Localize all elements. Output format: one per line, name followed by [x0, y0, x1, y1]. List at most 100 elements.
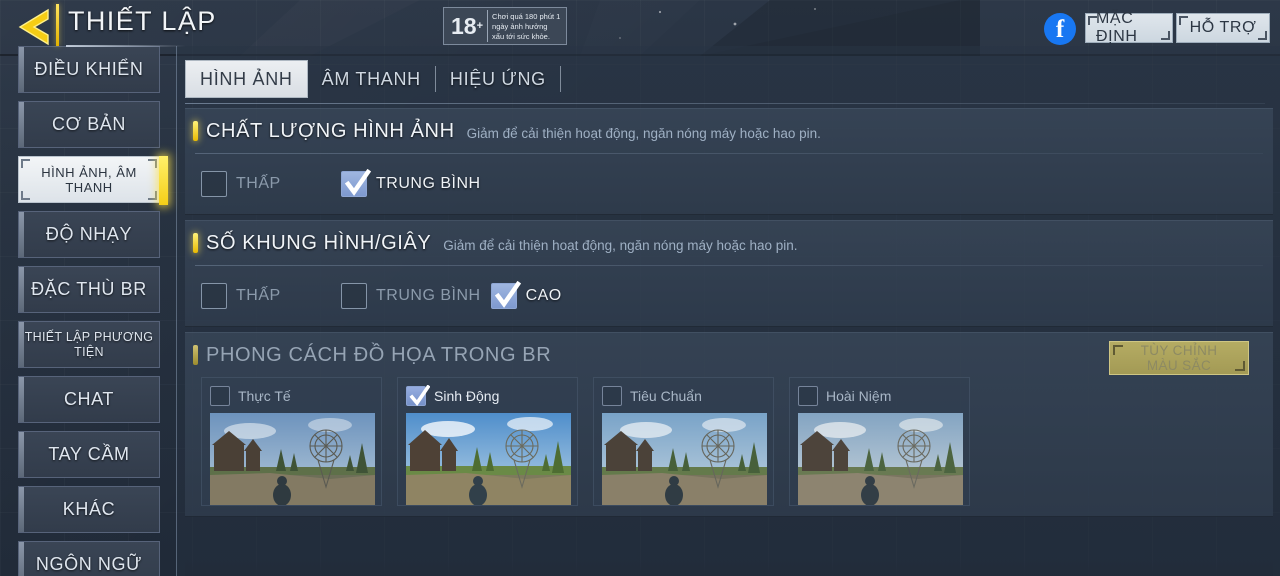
title-underline	[66, 45, 186, 47]
tab-am-thanh[interactable]: ÂM THANH	[308, 60, 435, 98]
checkbox-checked-icon[interactable]	[490, 281, 521, 309]
style-card-label: Tiêu Chuẩn	[630, 388, 702, 404]
age-number-text: 18	[451, 12, 477, 39]
sidebar-item-co-ban[interactable]: CƠ BẢN	[18, 101, 160, 148]
age-plus-text: +	[476, 19, 484, 32]
sidebar-item-ngon-ngu[interactable]: NGÔN NGỮ	[18, 541, 160, 576]
section-image-quality: CHẤT LƯỢNG HÌNH ẢNH Giảm để cải thiện ho…	[185, 108, 1273, 215]
checkbox-unchecked-icon[interactable]	[798, 386, 818, 406]
style-card-header: Hoài Niệm	[798, 386, 961, 406]
default-button[interactable]: MẶC ĐỊNH	[1085, 10, 1173, 45]
section-title: CHẤT LƯỢNG HÌNH ẢNH	[206, 119, 455, 142]
tab-bar: HÌNH ẢNH ÂM THANH HIỆU ỨNG	[185, 60, 561, 98]
section-title: PHONG CÁCH ĐỒ HỌA TRONG BR	[206, 343, 552, 366]
sidebar-item-tay-cam[interactable]: TAY CẦM	[18, 431, 160, 478]
sidebar-item-chat[interactable]: CHAT	[18, 376, 160, 423]
tab-hieu-ung[interactable]: HIỆU ỨNG	[436, 60, 560, 98]
sidebar-item-do-nhay[interactable]: ĐỘ NHẠY	[18, 211, 160, 258]
sidebar-label: KHÁC	[62, 499, 116, 519]
style-card-label: Sinh Động	[434, 388, 500, 404]
checkbox-unchecked-icon[interactable]	[210, 386, 230, 406]
back-arrow-icon[interactable]	[14, 6, 58, 48]
customize-color-line1: TÙY CHỈNH	[1140, 343, 1218, 358]
option-fps-thap[interactable]: THẤP	[201, 283, 331, 309]
title-divider	[56, 4, 59, 46]
option-label: TRUNG BÌNH	[376, 287, 481, 304]
age-rating-number: 18 +	[446, 10, 487, 42]
style-thumbnail-image	[798, 413, 963, 505]
corner-bracket-icon	[148, 191, 157, 200]
section-title: SỐ KHUNG HÌNH/GIÂY	[206, 231, 432, 254]
option-quality-trung-binh[interactable]: TRUNG BÌNH	[341, 169, 481, 197]
style-card-thuc-te[interactable]: Thực Tế	[201, 377, 382, 506]
sidebar: ĐIỀU KHIỂN CƠ BẢN HÌNH ẢNH, ÂM THANH ĐỘ …	[0, 46, 176, 576]
style-card-header: Tiêu Chuẩn	[602, 386, 765, 406]
age-rating-warning: Chơi quá 180 phút 1 ngày ảnh hưởng xấu t…	[487, 10, 564, 42]
sidebar-item-khac[interactable]: KHÁC	[18, 486, 160, 533]
section-header: CHẤT LƯỢNG HÌNH ẢNH Giảm để cải thiện ho…	[185, 109, 1273, 153]
support-button-label: HỖ TRỢ	[1189, 19, 1257, 36]
style-card-header: Thực Tế	[210, 386, 373, 406]
tab-label: HÌNH ẢNH	[200, 68, 293, 89]
section-description: Giảm để cải thiện hoạt động, ngăn nóng m…	[443, 237, 798, 253]
section-marker-icon	[193, 345, 198, 365]
age-warning-line2: ngày ảnh hưởng	[492, 22, 548, 31]
checkbox-unchecked-icon[interactable]	[602, 386, 622, 406]
sidebar-label: ĐẶC THÙ BR	[31, 279, 147, 299]
settings-scroll-area[interactable]: CHẤT LƯỢNG HÌNH ẢNH Giảm để cải thiện ho…	[185, 108, 1273, 576]
age-rating-badge: 18 + Chơi quá 180 phút 1 ngày ảnh hưởng x…	[443, 7, 568, 45]
facebook-glyph: f	[1055, 15, 1065, 43]
sidebar-item-dac-thu-br[interactable]: ĐẶC THÙ BR	[18, 266, 160, 313]
option-label: TRUNG BÌNH	[376, 175, 481, 192]
option-label: THẤP	[236, 287, 281, 304]
style-card-sinh-dong[interactable]: Sinh Động	[397, 377, 578, 506]
corner-bracket-icon	[148, 159, 157, 168]
option-label: THẤP	[236, 175, 281, 192]
option-fps-cao[interactable]: CAO	[490, 281, 562, 309]
settings-screen: THIẾT LẬP 18 + Chơi quá 180 phút 1 ngày ả…	[0, 0, 1280, 576]
checkbox-unchecked-icon[interactable]	[201, 283, 227, 309]
section-header: PHONG CÁCH ĐỒ HỌA TRONG BR TÙY CHỈNH MÀU…	[185, 333, 1273, 377]
corner-bracket-icon	[21, 159, 30, 168]
style-card-hoai-niem[interactable]: Hoài Niệm	[789, 377, 970, 506]
support-button[interactable]: HỖ TRỢ	[1176, 13, 1270, 43]
section-marker-icon	[193, 121, 198, 141]
sidebar-item-thiet-lap-phuong-tien[interactable]: THIẾT LẬP PHƯƠNG TIỆN	[18, 321, 160, 368]
customize-color-line2: MÀU SẮC	[1146, 358, 1212, 373]
sidebar-label: CHAT	[63, 389, 115, 409]
sidebar-label: TAY CẦM	[48, 444, 130, 464]
section-frame-rate: SỐ KHUNG HÌNH/GIÂY Giảm để cải thiện hoạ…	[185, 220, 1273, 327]
style-thumbnail-image	[406, 413, 571, 505]
style-thumbnail-image	[210, 413, 375, 505]
top-bar: THIẾT LẬP 18 + Chơi quá 180 phút 1 ngày ả…	[0, 0, 1280, 56]
option-label: CAO	[525, 287, 562, 304]
option-row: THẤP TRUNG BÌNH	[185, 154, 1273, 214]
option-fps-trung-binh[interactable]: TRUNG BÌNH	[341, 283, 481, 309]
checkbox-unchecked-icon[interactable]	[341, 283, 367, 309]
section-graphic-style: PHONG CÁCH ĐỒ HỌA TRONG BR TÙY CHỈNH MÀU…	[185, 332, 1273, 517]
sidebar-item-hinh-anh-am-thanh[interactable]: HÌNH ẢNH, ÂM THANH	[18, 156, 168, 205]
style-card-tieu-chuan[interactable]: Tiêu Chuẩn	[593, 377, 774, 506]
style-card-list: Thực Tế Sinh Động Tiêu Chuẩn Hoài Niệm	[185, 377, 1273, 506]
checkbox-unchecked-icon[interactable]	[201, 171, 227, 197]
scroll-fade	[185, 560, 1273, 576]
checkbox-checked-icon[interactable]	[341, 169, 371, 197]
option-quality-thap[interactable]: THẤP	[201, 171, 331, 197]
sidebar-label: ĐIỀU KHIỂN	[34, 59, 144, 79]
tab-label: HIỆU ỨNG	[449, 68, 546, 89]
style-card-label: Thực Tế	[238, 388, 291, 404]
option-row: THẤP TRUNG BÌNH CAO	[185, 266, 1273, 326]
age-warning-line3: xấu tới sức khỏe.	[492, 32, 550, 41]
section-description: Giảm để cải thiện hoạt động, ngăn nóng m…	[466, 125, 821, 141]
corner-bracket-icon	[21, 191, 30, 200]
default-button-label: MẶC ĐỊNH	[1096, 10, 1138, 45]
facebook-icon[interactable]: f	[1044, 13, 1076, 45]
customize-color-button[interactable]: TÙY CHỈNH MÀU SẮC	[1109, 341, 1249, 375]
tab-hinh-anh[interactable]: HÌNH ẢNH	[185, 60, 308, 98]
style-thumbnail-image	[602, 413, 767, 505]
active-indicator	[159, 156, 168, 205]
sidebar-label: ĐỘ NHẠY	[45, 224, 133, 244]
checkbox-checked-icon[interactable]	[406, 385, 430, 406]
sidebar-label: THIẾT LẬP PHƯƠNG TIỆN	[24, 329, 154, 359]
style-card-header: Sinh Động	[406, 385, 569, 406]
